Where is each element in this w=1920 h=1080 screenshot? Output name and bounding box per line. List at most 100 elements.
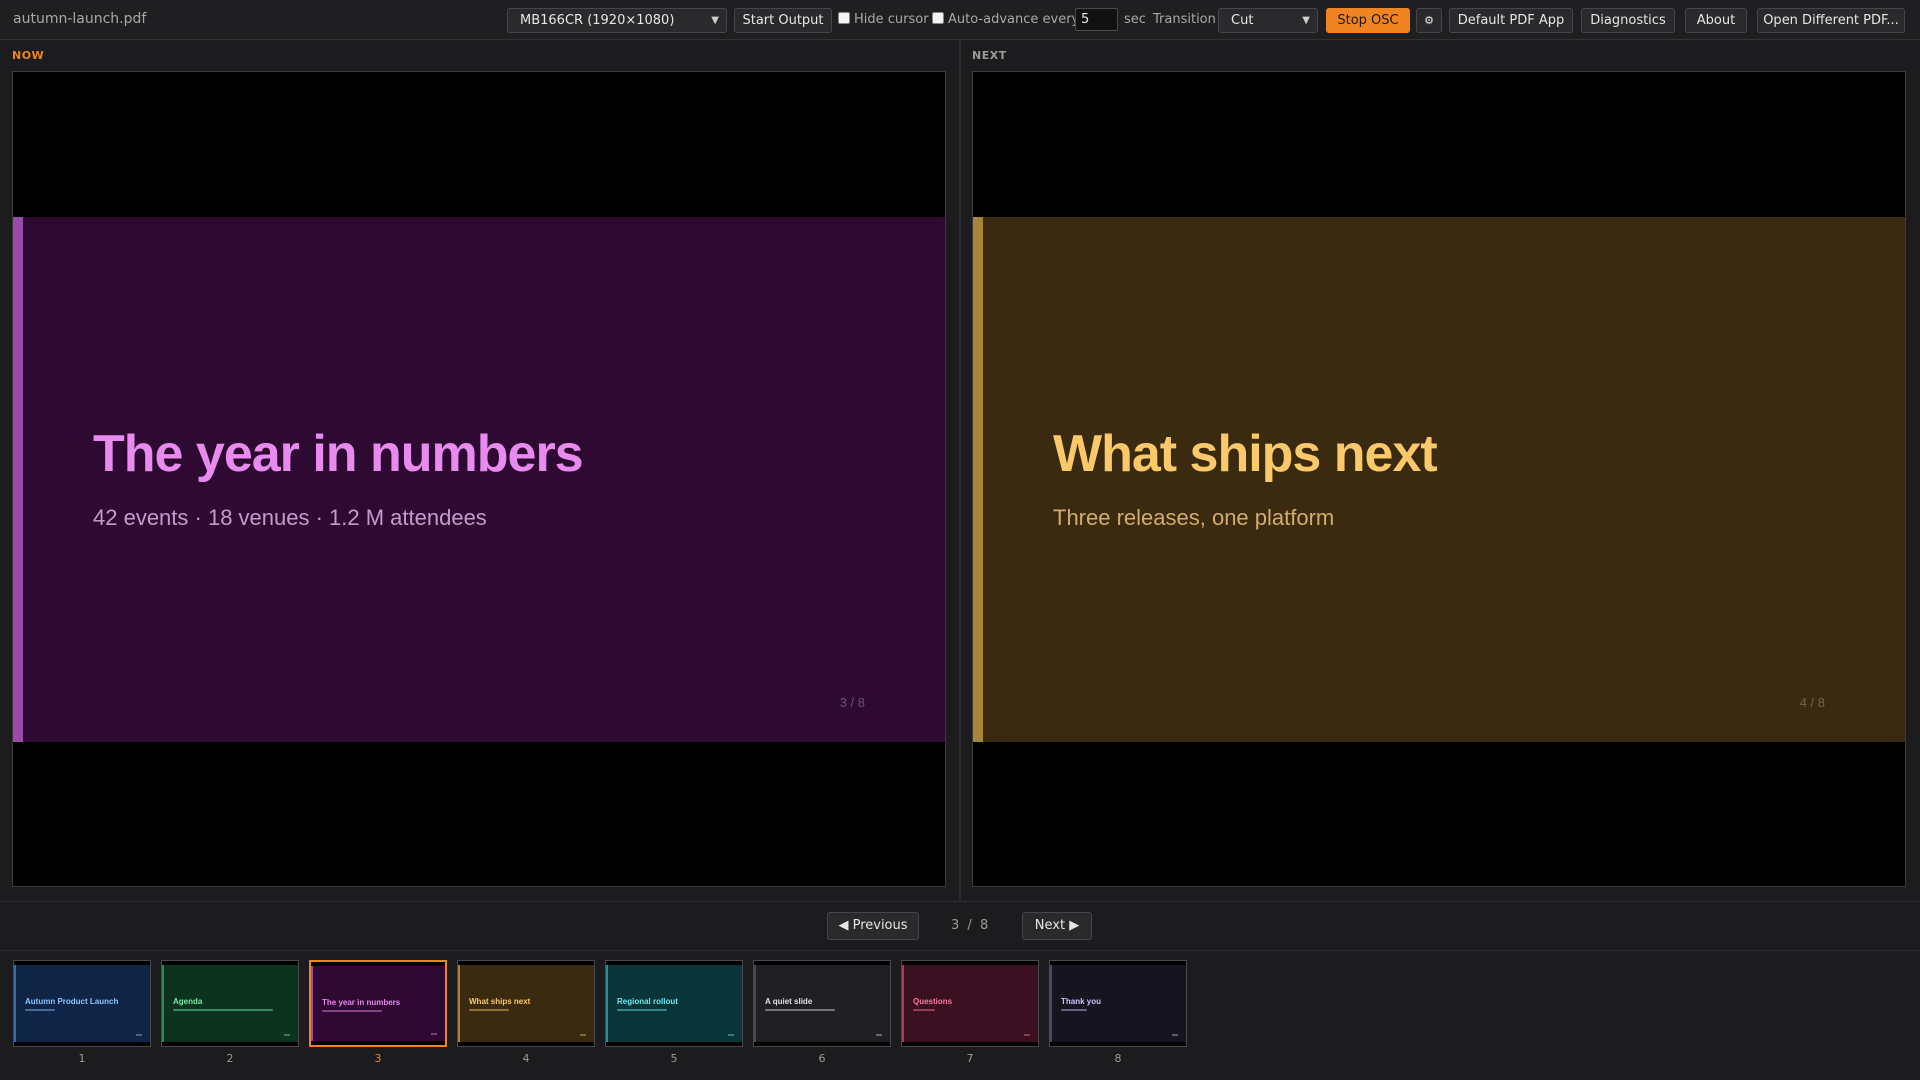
- thumbnail-content: Thank you: [1050, 965, 1186, 1042]
- next-pane-label: NEXT: [972, 49, 1007, 62]
- thumbnail-content: Agenda: [162, 965, 298, 1042]
- thumbnail-page-mark: [1172, 1034, 1178, 1036]
- thumbnail-subtitle-line: [322, 1010, 382, 1012]
- total-slides: 8: [979, 918, 989, 933]
- thumbnail-subtitle-line: [173, 1009, 273, 1011]
- next-slide-title: What ships next: [1053, 425, 1438, 483]
- previous-button[interactable]: ◀ Previous: [827, 912, 919, 940]
- thumbnail-accent-bar: [606, 965, 608, 1042]
- thumbnail-subtitle-line: [25, 1009, 55, 1011]
- thumbnail-title: What ships next: [469, 997, 531, 1006]
- chevron-down-icon: ▼: [711, 15, 719, 26]
- thumbnail-slide-3[interactable]: The year in numbers: [309, 960, 447, 1047]
- thumbnail-number: 7: [966, 1052, 974, 1065]
- chevron-down-icon: ▼: [1302, 15, 1310, 26]
- transition-select-value: Cut: [1231, 13, 1254, 28]
- stop-osc-button[interactable]: Stop OSC: [1326, 8, 1410, 33]
- thumbnail-accent-bar: [458, 965, 460, 1042]
- thumbnail-slide-5[interactable]: Regional rollout: [605, 960, 743, 1047]
- thumbnail-page-mark: [580, 1034, 586, 1036]
- thumbnail-accent-bar: [14, 965, 16, 1042]
- next-slide-subtitle: Three releases, one platform: [1053, 505, 1335, 530]
- thumbnail-title: The year in numbers: [322, 998, 401, 1007]
- thumbnail-slide-2[interactable]: Agenda: [161, 960, 299, 1047]
- slide-accent-bar: [973, 217, 983, 742]
- next-slide: What ships next Three releases, one plat…: [973, 217, 1905, 742]
- thumbnail-accent-bar: [311, 966, 313, 1041]
- transition-label: Transition: [1153, 12, 1216, 27]
- thumbnail-title: Regional rollout: [617, 997, 678, 1006]
- auto-advance-label: Auto-advance every: [948, 12, 1080, 27]
- thumbnail-slide-7[interactable]: Questions: [901, 960, 1039, 1047]
- thumbnail-accent-bar: [754, 965, 756, 1042]
- thumbnail-slide-6[interactable]: A quiet slide: [753, 960, 891, 1047]
- auto-advance-seconds-input[interactable]: 5: [1075, 8, 1118, 31]
- thumbnail-slide-8[interactable]: Thank you: [1049, 960, 1187, 1047]
- thumbnail-page-mark: [728, 1034, 734, 1036]
- thumbnail-title: Thank you: [1061, 997, 1102, 1006]
- thumbnail-content: Regional rollout: [606, 965, 742, 1042]
- display-select-value: MB166CR (1920×1080): [520, 13, 675, 28]
- slide-accent-bar: [13, 217, 23, 742]
- thumbnail-page-mark: [431, 1033, 437, 1035]
- now-slide-subtitle: 42 events · 18 venues · 1.2 M attendees: [93, 505, 487, 530]
- slide-counter: 3 / 8: [951, 918, 988, 933]
- now-slide-page: 3 / 8: [839, 695, 865, 710]
- thumbnail-accent-bar: [162, 965, 164, 1042]
- sec-label: sec: [1124, 12, 1146, 27]
- now-pane-label: NOW: [12, 49, 45, 62]
- toolbar: autumn-launch.pdf MB166CR (1920×1080) ▼ …: [0, 0, 1920, 40]
- thumbnail-accent-bar: [1050, 965, 1052, 1042]
- diagnostics-button[interactable]: Diagnostics: [1581, 8, 1675, 33]
- now-slide: The year in numbers 42 events · 18 venue…: [13, 217, 945, 742]
- thumbnail-title: A quiet slide: [765, 997, 813, 1006]
- thumbnail-content: A quiet slide: [754, 965, 890, 1042]
- transition-select[interactable]: Cut ▼: [1218, 8, 1318, 33]
- thumbnail-number: 6: [818, 1052, 826, 1065]
- thumbnail-page-mark: [1024, 1034, 1030, 1036]
- thumbnail-subtitle-line: [913, 1009, 935, 1011]
- counter-separator: /: [967, 918, 972, 933]
- thumbnail-title: Autumn Product Launch: [25, 997, 119, 1006]
- open-different-pdf-button[interactable]: Open Different PDF...: [1757, 8, 1905, 33]
- hide-cursor-label: Hide cursor: [854, 12, 929, 27]
- thumbnail-page-mark: [876, 1034, 882, 1036]
- display-select[interactable]: MB166CR (1920×1080) ▼: [507, 8, 727, 33]
- default-pdf-app-button[interactable]: Default PDF App: [1449, 8, 1573, 33]
- thumbnail-accent-bar: [902, 965, 904, 1042]
- thumbnail-content: The year in numbers: [311, 966, 445, 1041]
- thumbnail-number: 2: [226, 1052, 234, 1065]
- osc-settings-button[interactable]: ⚙: [1416, 8, 1442, 33]
- now-preview: The year in numbers 42 events · 18 venue…: [12, 71, 946, 887]
- thumbnail-slide-1[interactable]: Autumn Product Launch: [13, 960, 151, 1047]
- thumbnail-content: Autumn Product Launch: [14, 965, 150, 1042]
- thumbnail-number: 4: [522, 1052, 530, 1065]
- now-slide-title: The year in numbers: [93, 425, 584, 483]
- thumbnail-title: Agenda: [173, 997, 203, 1006]
- next-preview: What ships next Three releases, one plat…: [972, 71, 1906, 887]
- checkbox-box[interactable]: [932, 12, 944, 24]
- current-slide: 3: [951, 918, 960, 933]
- thumbnail-content: Questions: [902, 965, 1038, 1042]
- thumbnail-slide-4[interactable]: What ships next: [457, 960, 595, 1047]
- start-output-button[interactable]: Start Output: [734, 8, 832, 33]
- thumbnail-number: 1: [78, 1052, 86, 1065]
- thumbnail-title: Questions: [913, 997, 953, 1006]
- thumbnail-subtitle-line: [1061, 1009, 1087, 1011]
- thumbnail-number: 8: [1114, 1052, 1122, 1065]
- thumbnail-page-mark: [284, 1034, 290, 1036]
- thumbnail-subtitle-line: [469, 1009, 509, 1011]
- auto-advance-checkbox[interactable]: Auto-advance every: [932, 11, 1079, 29]
- thumbnail-subtitle-line: [765, 1009, 835, 1011]
- next-button[interactable]: Next ▶: [1022, 912, 1092, 940]
- thumbnail-number: 5: [670, 1052, 678, 1065]
- thumbnail-number: 3: [374, 1052, 382, 1065]
- hide-cursor-checkbox[interactable]: Hide cursor: [838, 11, 929, 29]
- thumbnail-subtitle-line: [617, 1009, 667, 1011]
- about-button[interactable]: About: [1685, 8, 1747, 33]
- next-slide-page: 4 / 8: [1799, 695, 1825, 710]
- checkbox-box[interactable]: [838, 12, 850, 24]
- thumbnail-content: What ships next: [458, 965, 594, 1042]
- pane-divider[interactable]: [959, 41, 961, 901]
- file-name: autumn-launch.pdf: [13, 11, 147, 27]
